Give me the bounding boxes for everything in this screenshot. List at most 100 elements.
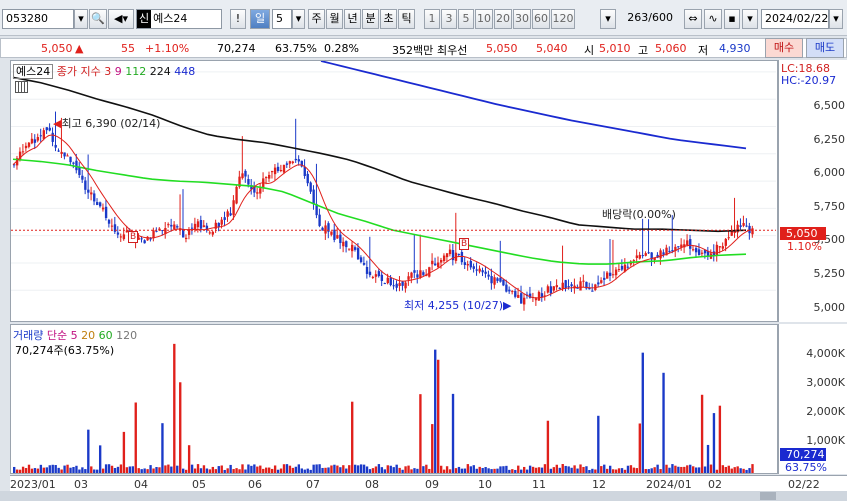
date-tick: 09 xyxy=(425,478,439,491)
price-tick: 6,000 xyxy=(813,166,846,180)
tick-button-7[interactable]: 120 xyxy=(551,9,575,29)
candle-body xyxy=(502,279,505,286)
volume-bar xyxy=(190,464,194,473)
buy-button[interactable]: 매수 xyxy=(765,38,803,58)
chevron-down-icon[interactable]: ▾ xyxy=(742,9,758,29)
price-chart[interactable]: 예스24 종가 지수 3 9 112 224 448 ◀최고 6,390 (02… xyxy=(10,60,778,322)
right-arrow-icon: ▶ xyxy=(503,299,512,312)
alert-button[interactable]: ! xyxy=(230,9,246,29)
current-change-tag: 1.10% xyxy=(787,240,822,253)
tick-dropdown-icon[interactable]: ▾ xyxy=(600,9,616,29)
period-button-2[interactable]: 년 xyxy=(344,9,361,29)
candle-body xyxy=(348,248,351,250)
candle-body xyxy=(324,225,327,234)
candle-body xyxy=(561,282,564,289)
price-tick: 5,750 xyxy=(813,199,846,213)
volume-bar xyxy=(333,464,336,473)
candle-body xyxy=(487,274,490,277)
candle-body xyxy=(297,159,301,162)
candle-body xyxy=(564,280,567,289)
turnover: 0.28% xyxy=(324,42,359,55)
candle-body xyxy=(190,227,194,229)
period-day-button[interactable]: 일 xyxy=(250,9,270,29)
calendar-dropdown-icon[interactable]: ▾ xyxy=(829,9,843,29)
tick-button-3[interactable]: 10 xyxy=(475,9,493,29)
volume-bar xyxy=(448,469,452,473)
scrollbar[interactable] xyxy=(0,491,847,501)
volume-bar xyxy=(374,466,378,473)
candle-body xyxy=(294,158,298,161)
volume-bar xyxy=(279,468,283,473)
period-button-5[interactable]: 틱 xyxy=(398,9,415,29)
volume-bar xyxy=(250,465,253,473)
drawing-icon[interactable]: ∿ xyxy=(704,9,722,29)
candle-body xyxy=(445,253,449,258)
volume-bar xyxy=(306,468,309,473)
candle-body xyxy=(81,175,84,180)
candle-body xyxy=(101,207,105,210)
volume-bar xyxy=(659,469,662,473)
volume-bar xyxy=(419,394,422,473)
code-dropdown-icon[interactable]: ▾ xyxy=(74,9,88,29)
volume-bar xyxy=(232,469,235,473)
candle-body xyxy=(282,164,286,173)
volume-bar xyxy=(342,465,345,473)
tick-button-4[interactable]: 20 xyxy=(494,9,512,29)
sell-button[interactable]: 매도 xyxy=(806,38,844,58)
volume-bar xyxy=(683,466,686,473)
high-annotation: 최고 6,390 (02/14) xyxy=(61,117,161,130)
candle-body xyxy=(365,266,369,274)
period-button-1[interactable]: 월 xyxy=(326,9,343,29)
candle-body xyxy=(697,249,701,256)
volume-bar xyxy=(155,467,158,473)
period-button-0[interactable]: 주 xyxy=(308,9,325,29)
candle-body xyxy=(398,283,401,286)
zoom-icon[interactable]: ⇔ xyxy=(684,9,702,29)
volume-chart[interactable]: 거래량 단순 5 20 60 120 70,274주(63.75%) xyxy=(10,324,778,474)
grid-icon[interactable] xyxy=(15,81,28,93)
period-button-3[interactable]: 분 xyxy=(362,9,379,29)
volume-bar xyxy=(534,467,538,473)
tick-button-2[interactable]: 5 xyxy=(458,9,474,29)
search-icon[interactable]: 🔍 xyxy=(89,9,107,29)
tick-button-6[interactable]: 60 xyxy=(532,9,550,29)
current-price: 5,050 xyxy=(41,42,73,55)
candle-body xyxy=(730,230,733,236)
tick-button-0[interactable]: 1 xyxy=(424,9,440,29)
candle-body xyxy=(395,283,398,288)
volume-bar xyxy=(525,469,529,473)
period-count-input[interactable]: 5 xyxy=(272,9,292,29)
candle-body xyxy=(718,246,722,248)
volume-bar xyxy=(608,465,612,473)
volume-bar xyxy=(98,445,102,473)
tick-button-1[interactable]: 3 xyxy=(441,9,457,29)
volume-axis: 4,000K 3,000K 2,000K 1,000K 70,274 63.75% xyxy=(778,324,847,474)
scroll-thumb[interactable] xyxy=(760,492,776,500)
date-input[interactable]: 2024/02/22 xyxy=(761,9,829,29)
candle-body xyxy=(173,224,176,230)
candle-body xyxy=(389,277,392,286)
volume-bar xyxy=(39,464,43,473)
volume-bar xyxy=(401,469,404,473)
save-icon[interactable]: ▪ xyxy=(724,9,740,29)
tick-button-5[interactable]: 30 xyxy=(513,9,531,29)
volume-bar xyxy=(69,467,72,473)
volume-bar xyxy=(134,402,137,473)
date-tick: 10 xyxy=(478,478,492,491)
volume-bar xyxy=(437,359,440,473)
candle-body xyxy=(505,284,508,292)
volume-bar xyxy=(505,465,508,473)
period-button-4[interactable]: 초 xyxy=(380,9,397,29)
chevron-down-icon[interactable]: ▾ xyxy=(292,9,305,29)
volume-bar xyxy=(356,465,360,473)
stock-code-input[interactable]: 053280 xyxy=(2,9,74,29)
candle-body xyxy=(481,270,484,273)
volume-bar xyxy=(149,465,152,473)
candle-body xyxy=(567,286,570,288)
candle-body xyxy=(356,248,360,260)
speaker-icon[interactable]: ◀▾ xyxy=(108,9,134,29)
volume-bar xyxy=(410,469,413,473)
volume-bar xyxy=(564,465,567,473)
volume-bar xyxy=(674,465,677,473)
candle-body xyxy=(677,246,680,248)
